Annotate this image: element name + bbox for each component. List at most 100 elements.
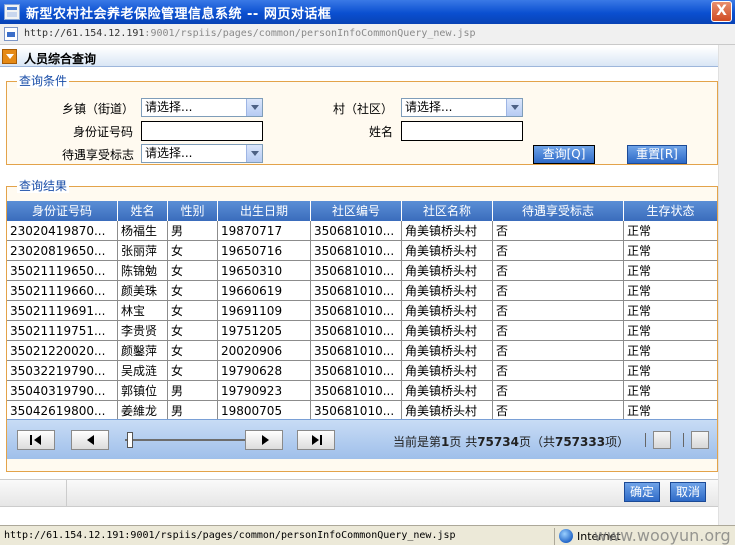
col-community-code[interactable]: 社区编号 <box>311 201 402 221</box>
chevron-down-icon[interactable] <box>246 145 262 162</box>
cell-survival-status: 正常 <box>627 344 652 358</box>
id-number-label: 身份证号码 <box>73 125 134 139</box>
first-page-icon <box>34 435 41 445</box>
cell-name: 姜維龙 <box>118 401 168 421</box>
cell-gender: 女 <box>168 241 218 261</box>
page-slider-thumb[interactable] <box>127 432 133 448</box>
cell-community-name: 角美镇桥头村 <box>402 221 493 241</box>
cell-birth-date: 19660619 <box>218 281 311 301</box>
cell-birth-date: 19650716 <box>218 241 311 261</box>
bar-icon <box>320 435 322 445</box>
cell-benefit-flag: 否 <box>493 301 624 321</box>
goto-page-icon[interactable] <box>653 431 671 449</box>
cell-community-code: 350681010... <box>311 341 402 361</box>
chevron-down-icon[interactable] <box>506 99 522 116</box>
cell-gender: 女 <box>168 281 218 301</box>
query-button[interactable]: 查询[Q] <box>533 145 595 164</box>
first-page-button[interactable] <box>17 430 55 450</box>
cell-birth-date: 19870717 <box>218 221 311 241</box>
cell-birth-date: 19790628 <box>218 361 311 381</box>
reset-button[interactable]: 重置[R] <box>627 145 687 164</box>
cell-community-name: 角美镇桥头村 <box>402 361 493 381</box>
benefit-flag-select[interactable]: 请选择... <box>141 144 263 163</box>
cell-benefit-flag: 否 <box>493 361 624 381</box>
last-page-icon <box>312 435 319 445</box>
table-row[interactable]: 35021119691... 林宝 女 19691109 350681010..… <box>7 301 717 321</box>
col-survival-status[interactable]: 生存状态 <box>624 201 717 221</box>
previous-page-button[interactable] <box>71 430 109 450</box>
id-number-input[interactable] <box>141 121 263 141</box>
cell-gender: 女 <box>168 301 218 321</box>
cell-community-name: 角美镇桥头村 <box>402 321 493 341</box>
cell-gender: 男 <box>168 221 218 241</box>
export-icon[interactable] <box>691 431 709 449</box>
village-select[interactable]: 请选择... <box>401 98 523 117</box>
cell-id-number: 35040319790... <box>7 381 118 401</box>
table-row[interactable]: 35021119751... 李贵贤 女 19751205 350681010.… <box>7 321 717 341</box>
cell-community-code: 350681010... <box>311 241 402 261</box>
close-button[interactable]: X <box>711 1 732 22</box>
collapse-arrow-icon[interactable] <box>2 49 17 64</box>
page-slider-track[interactable] <box>125 439 245 441</box>
cell-survival-status: 正常 <box>627 324 652 338</box>
col-benefit-flag[interactable]: 待遇享受标志 <box>493 201 624 221</box>
query-conditions-fieldset: 查询条件 乡镇（街道） 请选择... 村（社区） 请选择... 身份证号码 姓名… <box>6 74 718 165</box>
last-page-button[interactable] <box>297 430 335 450</box>
cell-community-name: 角美镇桥头村 <box>402 281 493 301</box>
status-url: http://61.154.12.191:9001/rspiis/pages/c… <box>4 530 456 541</box>
cell-gender: 女 <box>168 361 218 381</box>
address-host: http://61.154.12.191 <box>24 28 145 39</box>
table-row[interactable]: 35021220020... 颜鑿萍 女 20020906 350681010.… <box>7 341 717 361</box>
address-path: :9001/rspiis/pages/common/personInfoComm… <box>144 28 476 39</box>
table-row[interactable]: 35040319790... 郭镇位 男 19790923 350681010.… <box>7 381 717 401</box>
dialog-footer: 确定 取消 <box>0 473 718 525</box>
cell-survival-status: 正常 <box>627 364 652 378</box>
cell-community-code: 350681010... <box>311 401 402 421</box>
col-id-number[interactable]: 身份证号码 <box>7 201 118 221</box>
cell-survival-status: 正常 <box>627 244 652 258</box>
benefit-flag-label: 待遇享受标志 <box>62 148 135 162</box>
cell-survival-status: 正常 <box>627 264 652 278</box>
cell-birth-date: 20020906 <box>218 341 311 361</box>
cell-benefit-flag: 否 <box>493 381 624 401</box>
page-header: 人员综合查询 <box>0 47 718 67</box>
window-title-bar[interactable]: 新型农村社会养老保险管理信息系统 -- 网页对话框 X <box>0 0 735 24</box>
cell-id-number: 35021220020... <box>7 341 118 361</box>
vertical-scrollbar[interactable] <box>718 45 735 525</box>
col-name[interactable]: 姓名 <box>118 201 168 221</box>
town-label: 乡镇（街道） <box>62 102 135 116</box>
table-row[interactable]: 35021119660... 颜美珠 女 19660619 350681010.… <box>7 281 717 301</box>
cell-survival-status: 正常 <box>627 384 652 398</box>
cell-name: 杨福生 <box>118 221 168 241</box>
benefit-flag-value: 请选择... <box>145 146 193 160</box>
table-row[interactable]: 23020819650... 张丽萍 女 19650716 350681010.… <box>7 241 717 261</box>
cell-community-code: 350681010... <box>311 381 402 401</box>
chevron-down-icon[interactable] <box>246 99 262 116</box>
cell-community-name: 角美镇桥头村 <box>402 301 493 321</box>
address-url: http://61.154.12.191:9001/rspiis/pages/c… <box>24 28 476 39</box>
next-page-button[interactable] <box>245 430 283 450</box>
cell-name: 陈锦勉 <box>118 261 168 281</box>
window-app-icon <box>4 4 20 20</box>
ok-button[interactable]: 确定 <box>624 482 660 502</box>
town-select[interactable]: 请选择... <box>141 98 263 117</box>
table-row[interactable]: 23020419870... 杨福生 男 19870717 350681010.… <box>7 221 717 241</box>
cell-id-number: 23020819650... <box>7 241 118 261</box>
table-row[interactable]: 35042619800... 姜維龙 男 19800705 350681010.… <box>7 401 717 421</box>
cell-name: 林宝 <box>118 301 168 321</box>
col-gender[interactable]: 性别 <box>168 201 218 221</box>
cell-community-name: 角美镇桥头村 <box>402 341 493 361</box>
table-row[interactable]: 35032219790... 吴成涟 女 19790628 350681010.… <box>7 361 717 381</box>
cell-benefit-flag: 否 <box>493 241 624 261</box>
pager-divider <box>645 433 646 447</box>
name-input[interactable] <box>401 121 523 141</box>
cell-community-name: 角美镇桥头村 <box>402 381 493 401</box>
cell-survival-status: 正常 <box>627 284 652 298</box>
town-select-value: 请选择... <box>145 100 193 114</box>
col-birth-date[interactable]: 出生日期 <box>218 201 311 221</box>
col-community-name[interactable]: 社区名称 <box>402 201 493 221</box>
table-row[interactable]: 35021119650... 陈锦勉 女 19650310 350681010.… <box>7 261 717 281</box>
cancel-button[interactable]: 取消 <box>670 482 706 502</box>
cell-birth-date: 19650310 <box>218 261 311 281</box>
window-title: 新型农村社会养老保险管理信息系统 -- 网页对话框 <box>26 7 332 22</box>
